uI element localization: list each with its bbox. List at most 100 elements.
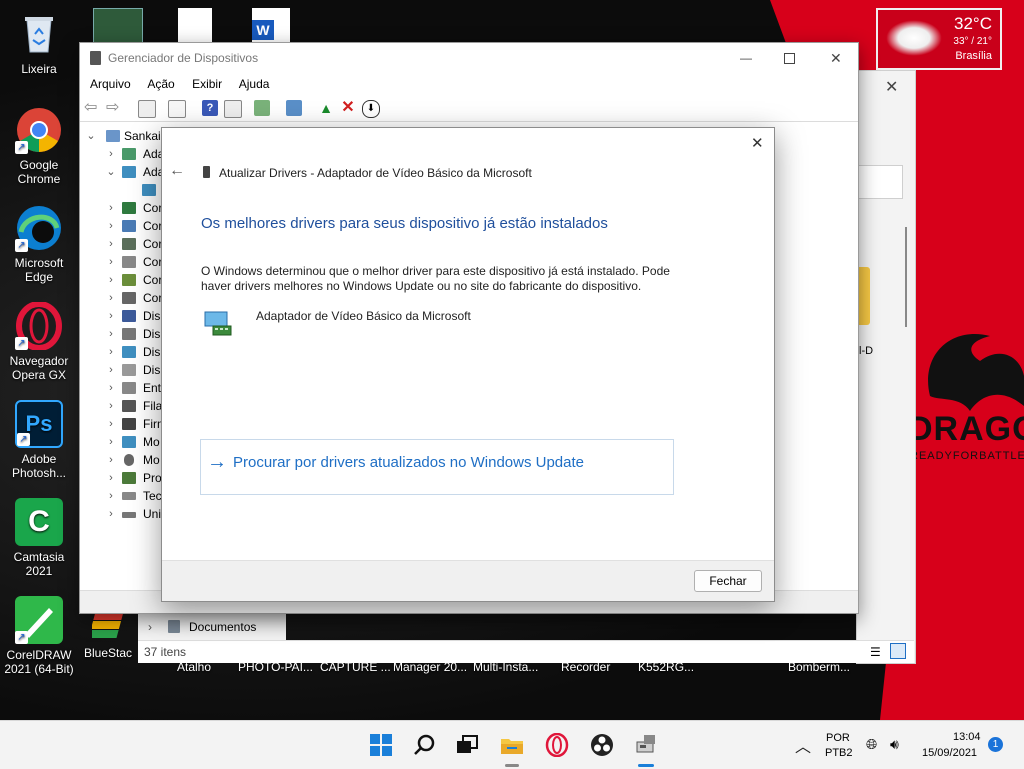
device-icon <box>122 256 136 268</box>
weather-range: 33° / 21° <box>953 36 992 47</box>
desktop-icon-coreldraw[interactable]: ↗ CorelDRAW 2021 (64-Bit) <box>1 596 77 676</box>
photoshop-icon: Ps ↗ <box>15 400 63 448</box>
file-explorer-icon[interactable] <box>500 733 524 757</box>
desktop-icon-edge[interactable]: ↗ Microsoft Edge <box>1 204 77 284</box>
clock-date[interactable]: 15/09/2021 <box>922 747 977 759</box>
file-explorer-window[interactable]: ✕ l-D <box>856 70 916 664</box>
chevron-up-icon[interactable]: ︿ <box>795 733 811 757</box>
help-icon[interactable]: ? <box>202 100 218 116</box>
network-icon[interactable]: 🌐︎ <box>866 736 877 753</box>
device-manager-icon <box>90 51 101 65</box>
desktop-icon-blank-file[interactable] <box>178 8 212 42</box>
tiles-view-icon[interactable] <box>890 643 906 659</box>
tree-item-label: Fila <box>143 399 163 413</box>
obs-icon[interactable] <box>590 733 614 757</box>
chevron-right-icon[interactable]: › <box>106 505 116 523</box>
chevron-right-icon[interactable]: › <box>106 487 116 505</box>
chevron-right-icon[interactable]: › <box>106 289 116 307</box>
chevron-right-icon[interactable]: › <box>106 469 116 487</box>
explorer-close-icon[interactable]: ✕ <box>885 77 898 97</box>
device-manager-icon[interactable] <box>634 733 658 757</box>
chevron-right-icon[interactable]: › <box>106 343 116 361</box>
desktop-icon-recycle-bin[interactable]: Lixeira <box>1 10 77 76</box>
details-view-icon[interactable]: ☰ <box>870 645 881 659</box>
desktop-icon-word[interactable]: W <box>252 8 290 42</box>
chevron-right-icon[interactable]: › <box>106 451 116 469</box>
devmgr-toolbar: ⇦ ⇨ ? ▲ ✕ ⬇ <box>80 95 858 122</box>
edge-icon: ↗ <box>15 204 63 252</box>
chevron-right-icon[interactable]: › <box>106 361 116 379</box>
chevron-right-icon[interactable]: › <box>106 253 116 271</box>
chevron-right-icon[interactable]: › <box>106 217 116 235</box>
active-app-indicator <box>638 764 654 767</box>
chevron-right-icon[interactable]: › <box>106 379 116 397</box>
desktop-icon-chrome[interactable]: ↗ Google Chrome <box>1 106 77 186</box>
tree-item-label: Cor <box>143 291 163 305</box>
chevron-right-icon[interactable]: › <box>106 307 116 325</box>
chevron-right-icon[interactable]: › <box>106 199 116 217</box>
dialog-close-icon[interactable]: ✕ <box>751 134 764 152</box>
language-top[interactable]: POR <box>826 732 850 744</box>
menu-ajuda[interactable]: Ajuda <box>239 77 270 91</box>
chevron-right-icon[interactable]: › <box>106 325 116 343</box>
desktop-icon-label: BlueStac <box>84 646 133 660</box>
bluestacks-icon <box>88 610 128 640</box>
device-icon <box>122 346 136 358</box>
menu-arquivo[interactable]: Arquivo <box>90 77 131 91</box>
explorer-partial-label: l-D <box>859 345 874 357</box>
desktop-icon-opera-gx[interactable]: ↗ Navegador Opera GX <box>1 301 77 382</box>
device-icon <box>122 310 136 322</box>
start-icon[interactable] <box>369 733 393 757</box>
notification-badge[interactable]: 1 <box>988 737 1003 752</box>
weather-widget[interactable]: 32°C 33° / 21° Brasília <box>876 8 1002 70</box>
language-bottom[interactable]: PTB2 <box>825 747 853 759</box>
chevron-right-icon[interactable]: › <box>106 415 116 433</box>
devmgr-titlebar[interactable]: Gerenciador de Dispositivos — ✕ <box>80 43 858 73</box>
update-drivers-dialog[interactable]: ✕ ← Atualizar Drivers - Adaptador de Víd… <box>161 127 775 602</box>
chevron-right-icon[interactable]: › <box>106 145 116 163</box>
desktop-icon-bluestacks[interactable]: BlueStac <box>78 610 138 660</box>
properties-icon[interactable] <box>138 100 156 118</box>
chevron-right-icon[interactable]: › <box>106 433 116 451</box>
chevron-right-icon[interactable]: › <box>106 397 116 415</box>
speaker-icon <box>122 382 136 394</box>
windows-update-link[interactable]: → Procurar por drivers atualizados no Wi… <box>200 439 674 495</box>
forward-arrow-icon[interactable]: ⇨ <box>106 100 122 116</box>
tree-item-label: Mo <box>143 453 160 467</box>
wallpaper-tagline-text: READYFORBATTLE <box>910 450 1024 462</box>
wallpaper-brand-text: DRAGON <box>908 410 1024 448</box>
explorer-search-box[interactable] <box>857 165 903 199</box>
close-button[interactable]: Fechar <box>694 570 762 592</box>
chevron-right-icon[interactable]: › <box>148 620 152 634</box>
shortcut-arrow-icon: ↗ <box>15 239 28 252</box>
chevron-right-icon[interactable]: › <box>106 271 116 289</box>
chevron-right-icon[interactable]: › <box>106 235 116 253</box>
close-icon[interactable]: ✕ <box>830 43 842 73</box>
scan-hardware-icon[interactable] <box>254 100 270 116</box>
chevron-down-icon[interactable]: ⌄ <box>86 127 96 145</box>
menu-acao[interactable]: Ação <box>147 77 174 91</box>
disable-device-icon[interactable]: ⬇ <box>362 100 380 118</box>
search-icon[interactable] <box>413 733 437 757</box>
task-view-icon[interactable] <box>455 733 479 757</box>
clock-time[interactable]: 13:04 <box>953 731 981 743</box>
volume-icon[interactable]: 🔊︎ <box>890 736 899 753</box>
desktop-icon-app-a[interactable] <box>93 8 143 44</box>
desktop-icon-photoshop[interactable]: Ps ↗ Adobe Photosh... <box>1 400 77 480</box>
desktop-icon-camtasia[interactable]: C Camtasia 2021 <box>1 498 77 578</box>
monitor-icon[interactable] <box>286 100 302 116</box>
menu-exibir[interactable]: Exibir <box>192 77 222 91</box>
chevron-down-icon[interactable]: ⌄ <box>106 163 116 181</box>
back-arrow-icon[interactable]: ← <box>169 162 185 180</box>
uninstall-device-icon[interactable]: ✕ <box>340 100 356 116</box>
shortcut-arrow-icon: ↗ <box>15 337 28 350</box>
minimize-icon[interactable]: — <box>740 43 752 73</box>
maximize-icon[interactable] <box>784 53 795 64</box>
list-view-icon[interactable] <box>168 100 186 118</box>
resources-icon[interactable] <box>224 100 242 118</box>
explorer-nav-row[interactable]: › Documentos <box>138 612 286 640</box>
back-arrow-icon[interactable]: ⇦ <box>84 100 100 116</box>
update-driver-icon[interactable]: ▲ <box>318 100 334 116</box>
explorer-scrollbar[interactable] <box>905 227 907 327</box>
opera-gx-icon[interactable] <box>545 732 569 758</box>
